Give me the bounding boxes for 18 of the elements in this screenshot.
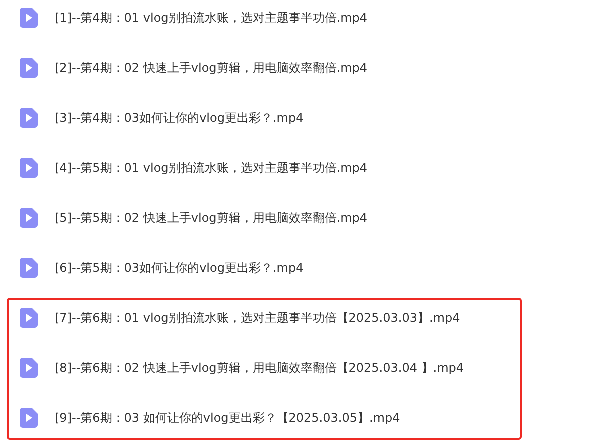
file-name[interactable]: [2]--第4期：02 快速上手vlog剪辑，用电脑效率翻倍.mp4 xyxy=(55,60,368,76)
file-name[interactable]: [5]--第5期：02 快速上手vlog剪辑，用电脑效率翻倍.mp4 xyxy=(55,210,368,226)
file-name[interactable]: [4]--第5期：01 vlog别拍流水账，选对主题事半功倍.mp4 xyxy=(55,160,368,176)
video-file-icon xyxy=(20,308,38,328)
video-file-icon xyxy=(20,8,38,28)
file-name[interactable]: [8]--第6期：02 快速上手vlog剪辑，用电脑效率翻倍【2025.03.04 】.mp4 xyxy=(55,360,464,376)
video-file-icon xyxy=(20,408,38,428)
video-file-icon xyxy=(20,158,38,178)
video-file-icon xyxy=(20,108,38,128)
file-name[interactable]: [9]--第6期：03 如何让你的vlog更出彩？【2025.03.05】.mp4 xyxy=(55,410,400,426)
file-name[interactable]: [7]--第6期：01 vlog别拍流水账，选对主题事半功倍【2025.03.03】.mp4 xyxy=(55,310,460,326)
file-name[interactable]: [3]--第4期：03如何让你的vlog更出彩？.mp4 xyxy=(55,110,304,126)
file-name[interactable]: [1]--第4期：01 vlog别拍流水账，选对主题事半功倍.mp4 xyxy=(55,10,368,26)
file-name[interactable]: [6]--第5期：03如何让你的vlog更出彩？.mp4 xyxy=(55,260,304,276)
video-file-icon xyxy=(20,208,38,228)
video-file-icon xyxy=(20,58,38,78)
video-file-icon xyxy=(20,258,38,278)
video-file-icon xyxy=(20,358,38,378)
